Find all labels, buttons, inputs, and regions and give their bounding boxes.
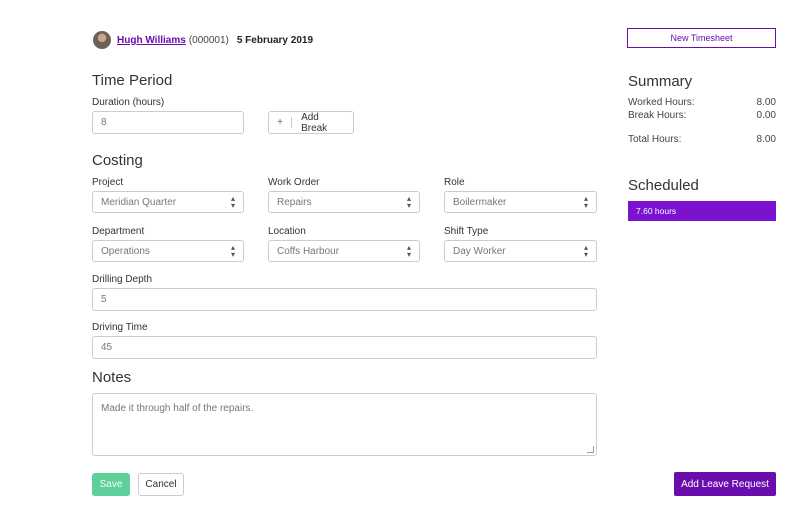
duration-label: Duration (hours): [92, 97, 165, 108]
select-caret-icon: ▴ ▾: [230, 194, 235, 210]
location-label: Location: [268, 226, 306, 237]
project-label: Project: [92, 177, 124, 188]
costing-heading: Costing: [92, 152, 143, 169]
select-caret-icon: ▴ ▾: [406, 243, 411, 259]
avatar: [93, 31, 111, 49]
work-order-select[interactable]: Repairs ▴ ▾: [268, 191, 420, 213]
scheduled-heading: Scheduled: [628, 177, 699, 194]
project-select[interactable]: Meridian Quarter ▴ ▾: [92, 191, 244, 213]
timesheet-date: 5 February 2019: [236, 34, 314, 46]
resize-handle-icon[interactable]: [587, 446, 594, 453]
worked-hours-label: Worked Hours:: [628, 97, 695, 108]
notes-value: Made it through half of the repairs.: [101, 403, 254, 414]
work-order-label: Work Order: [268, 177, 320, 188]
add-break-label: Add Break: [301, 111, 328, 134]
shift-type-select[interactable]: Day Worker ▴ ▾: [444, 240, 597, 262]
location-value: Coffs Harbour: [277, 245, 340, 257]
select-caret-icon: ▴ ▾: [583, 194, 588, 210]
timesheet-header: Hugh Williams (000001) 5 February 2019: [93, 29, 313, 51]
cancel-button[interactable]: Cancel: [138, 473, 184, 496]
time-period-heading: Time Period: [92, 72, 173, 89]
plus-icon: +: [269, 117, 293, 128]
work-order-value: Repairs: [277, 196, 312, 208]
shift-type-label: Shift Type: [444, 226, 489, 237]
worked-hours-value: 8.00: [756, 97, 776, 108]
new-timesheet-button[interactable]: New Timesheet: [627, 28, 776, 48]
break-hours-row: Break Hours: 0.00: [628, 110, 776, 121]
duration-input[interactable]: 8: [92, 111, 244, 134]
driving-time-value: 45: [101, 342, 113, 353]
summary-heading: Summary: [628, 73, 693, 90]
drilling-depth-value: 5: [101, 294, 107, 305]
user-id: (000001): [188, 34, 229, 46]
total-hours-value: 8.00: [756, 134, 776, 145]
driving-time-input[interactable]: 45: [92, 336, 597, 359]
drilling-depth-input[interactable]: 5: [92, 288, 597, 311]
total-hours-label: Total Hours:: [628, 134, 682, 145]
scheduled-hours-bar: 7.60 hours: [628, 201, 776, 221]
break-hours-value: 0.00: [756, 110, 776, 121]
department-select[interactable]: Operations ▴ ▾: [92, 240, 244, 262]
role-value: Boilermaker: [453, 196, 507, 208]
notes-textarea[interactable]: Made it through half of the repairs.: [92, 393, 597, 456]
drilling-depth-label: Drilling Depth: [92, 274, 153, 285]
worked-hours-row: Worked Hours: 8.00: [628, 97, 776, 108]
break-hours-label: Break Hours:: [628, 110, 687, 121]
select-caret-icon: ▴ ▾: [583, 243, 588, 259]
role-label: Role: [444, 177, 465, 188]
scheduled-hours-label: 7.60 hours: [636, 206, 677, 216]
department-label: Department: [92, 226, 145, 237]
role-select[interactable]: Boilermaker ▴ ▾: [444, 191, 597, 213]
shift-type-value: Day Worker: [453, 245, 506, 257]
add-break-button[interactable]: + Add Break: [268, 111, 354, 134]
duration-value: 8: [101, 117, 107, 128]
department-value: Operations: [101, 245, 150, 257]
project-value: Meridian Quarter: [101, 196, 177, 208]
notes-heading: Notes: [92, 369, 132, 386]
total-hours-row: Total Hours: 8.00: [628, 134, 776, 145]
select-caret-icon: ▴ ▾: [406, 194, 411, 210]
location-select[interactable]: Coffs Harbour ▴ ▾: [268, 240, 420, 262]
save-button[interactable]: Save: [92, 473, 130, 496]
user-name-link[interactable]: Hugh Williams: [117, 35, 186, 46]
add-leave-request-button[interactable]: Add Leave Request: [674, 472, 776, 496]
select-caret-icon: ▴ ▾: [230, 243, 235, 259]
driving-time-label: Driving Time: [92, 322, 148, 333]
